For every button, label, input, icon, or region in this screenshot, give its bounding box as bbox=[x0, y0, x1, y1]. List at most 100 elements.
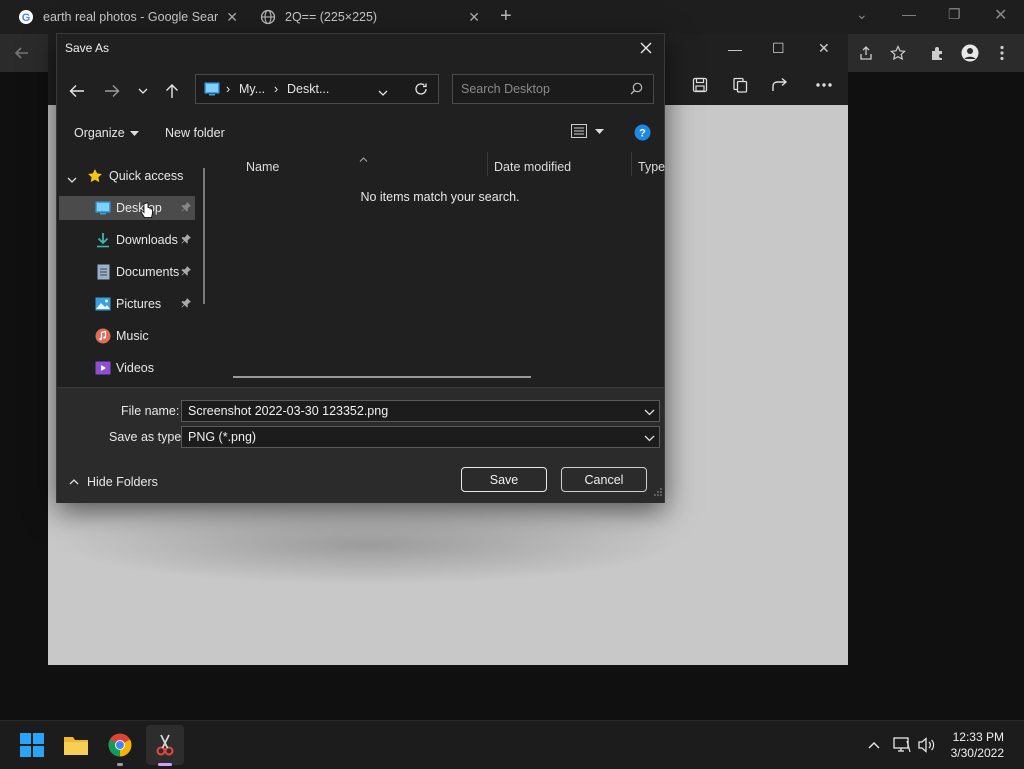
google-icon: G bbox=[18, 9, 34, 25]
copy-icon[interactable] bbox=[730, 75, 750, 95]
breadcrumb-separator-icon: › bbox=[226, 82, 231, 96]
cancel-button[interactable]: Cancel bbox=[561, 467, 647, 492]
file-explorer-icon[interactable] bbox=[60, 729, 92, 761]
viewer-close-icon[interactable]: ✕ bbox=[818, 40, 830, 57]
resize-grip-icon[interactable] bbox=[654, 483, 662, 501]
column-separator[interactable] bbox=[631, 152, 632, 176]
file-list: Name Date modified Type No items match y… bbox=[215, 146, 665, 386]
profile-icon[interactable] bbox=[960, 43, 980, 63]
globe-icon bbox=[260, 9, 276, 25]
refresh-icon[interactable] bbox=[414, 82, 428, 99]
windows-start-icon[interactable] bbox=[16, 729, 48, 761]
share-icon[interactable] bbox=[856, 43, 876, 63]
save-as-type-select[interactable]: PNG (*.png) bbox=[181, 426, 660, 448]
viewer-maximize-icon[interactable]: ☐ bbox=[772, 40, 785, 57]
search-icon[interactable] bbox=[630, 82, 643, 100]
close-icon[interactable] bbox=[636, 38, 656, 58]
horizontal-scrollbar[interactable] bbox=[233, 376, 531, 378]
sort-ascending-icon bbox=[359, 149, 368, 167]
volume-icon[interactable] bbox=[917, 735, 937, 755]
svg-text:?: ? bbox=[639, 128, 646, 140]
sidebar-item-label: Desktop bbox=[116, 201, 162, 215]
menu-icon[interactable] bbox=[992, 43, 1012, 63]
address-dropdown-icon[interactable] bbox=[378, 85, 388, 99]
close-window-icon[interactable]: ✕ bbox=[994, 5, 1007, 25]
viewer-share-icon[interactable] bbox=[770, 75, 790, 95]
command-bar: Organize New folder ? bbox=[57, 120, 664, 146]
address-bar[interactable]: › My... › Deskt... bbox=[195, 74, 439, 104]
back-arrow-icon[interactable] bbox=[66, 80, 88, 102]
extensions-icon[interactable] bbox=[928, 43, 948, 63]
active-app-indicator bbox=[158, 763, 172, 766]
save-button[interactable]: Save bbox=[461, 467, 547, 492]
tab-title: 2Q== (225×225) bbox=[285, 10, 378, 24]
tab-google-search[interactable]: G earth real photos - Google Searc ✕ bbox=[10, 2, 250, 32]
view-options-icon[interactable] bbox=[571, 124, 604, 138]
quick-access-group[interactable]: Quick access bbox=[59, 164, 195, 188]
sidebar-item-label: Music bbox=[116, 329, 149, 343]
desktop-icon bbox=[95, 200, 111, 216]
svg-text:G: G bbox=[22, 12, 31, 24]
minimize-icon[interactable]: — bbox=[902, 6, 916, 22]
file-name-label: File name: bbox=[121, 404, 180, 418]
sidebar-item-label: Downloads bbox=[116, 233, 178, 247]
forward-arrow-icon[interactable] bbox=[101, 80, 123, 102]
snipping-tool-icon[interactable] bbox=[146, 725, 184, 765]
pin-icon bbox=[181, 201, 191, 215]
navigation-scrollbar[interactable] bbox=[203, 168, 205, 304]
breadcrumb-segment[interactable]: My... bbox=[239, 82, 265, 96]
chrome-icon[interactable] bbox=[104, 729, 136, 761]
restore-icon[interactable]: ❐ bbox=[948, 6, 961, 23]
up-arrow-icon[interactable] bbox=[161, 80, 183, 102]
desktop-location-icon bbox=[204, 82, 220, 99]
system-clock[interactable]: 12:33 PM 3/30/2022 bbox=[951, 729, 1004, 761]
close-tab-icon[interactable]: ✕ bbox=[468, 9, 480, 26]
mouse-cursor-icon bbox=[140, 202, 154, 225]
collapse-chevron-icon[interactable] bbox=[67, 172, 77, 186]
save-as-type-value: PNG (*.png) bbox=[188, 430, 257, 444]
save-icon[interactable] bbox=[690, 75, 710, 95]
more-icon[interactable] bbox=[814, 75, 834, 95]
sidebar-item-videos[interactable]: Videos bbox=[59, 356, 195, 380]
save-as-type-label: Save as type: bbox=[109, 430, 185, 444]
sidebar-item-music[interactable]: Music bbox=[59, 324, 195, 348]
breadcrumb-segment[interactable]: Deskt... bbox=[287, 82, 329, 96]
search-input[interactable] bbox=[453, 75, 623, 103]
clock-date: 3/30/2022 bbox=[950, 746, 1004, 760]
column-separator[interactable] bbox=[487, 152, 488, 176]
column-header-name[interactable]: Name bbox=[246, 160, 279, 174]
new-tab-icon[interactable]: + bbox=[500, 6, 512, 26]
save-options-panel: File name: Screenshot 2022-03-30 123352.… bbox=[57, 387, 664, 503]
sidebar-item-pictures[interactable]: Pictures bbox=[59, 292, 195, 316]
network-icon[interactable] bbox=[892, 735, 912, 755]
star-icon[interactable] bbox=[888, 43, 908, 63]
search-box[interactable] bbox=[452, 74, 654, 104]
sidebar-item-downloads[interactable]: Downloads bbox=[59, 228, 195, 252]
organize-button[interactable]: Organize bbox=[74, 126, 139, 140]
tab-search-icon[interactable]: ⌄ bbox=[856, 6, 868, 23]
save-as-type-dropdown-icon[interactable] bbox=[644, 431, 655, 445]
tab-image[interactable]: 2Q== (225×225) ✕ bbox=[252, 2, 492, 32]
hide-folders-toggle[interactable]: Hide Folders bbox=[69, 475, 158, 489]
save-as-dialog: Save As › My... › Deskt... Search Deskto… bbox=[56, 33, 665, 503]
file-name-field[interactable]: Screenshot 2022-03-30 123352.png bbox=[181, 400, 660, 422]
tab-title: earth real photos - Google Searc bbox=[43, 10, 218, 24]
column-header-type[interactable]: Type bbox=[638, 160, 665, 174]
navigation-pane: Quick access Desktop Downloads Documents… bbox=[57, 156, 215, 386]
viewer-minimize-icon[interactable]: — bbox=[728, 41, 742, 57]
column-header-date-modified[interactable]: Date modified bbox=[494, 160, 571, 174]
pin-icon bbox=[181, 233, 191, 247]
close-tab-icon[interactable]: ✕ bbox=[226, 9, 238, 26]
clock-time: 12:33 PM bbox=[952, 730, 1004, 744]
chevron-up-icon[interactable] bbox=[864, 735, 884, 755]
sidebar-item-documents[interactable]: Documents bbox=[59, 260, 195, 284]
breadcrumb-separator-icon: › bbox=[274, 82, 279, 96]
recent-locations-chevron-icon[interactable] bbox=[132, 80, 154, 102]
help-icon[interactable]: ? bbox=[634, 124, 651, 141]
file-name-dropdown-icon[interactable] bbox=[644, 405, 655, 419]
back-icon[interactable] bbox=[12, 43, 32, 63]
sidebar-item-label: Pictures bbox=[116, 297, 162, 311]
sidebar-item-desktop[interactable]: Desktop bbox=[59, 196, 195, 220]
sidebar-item-label: Videos bbox=[116, 361, 154, 375]
new-folder-button[interactable]: New folder bbox=[165, 126, 225, 140]
